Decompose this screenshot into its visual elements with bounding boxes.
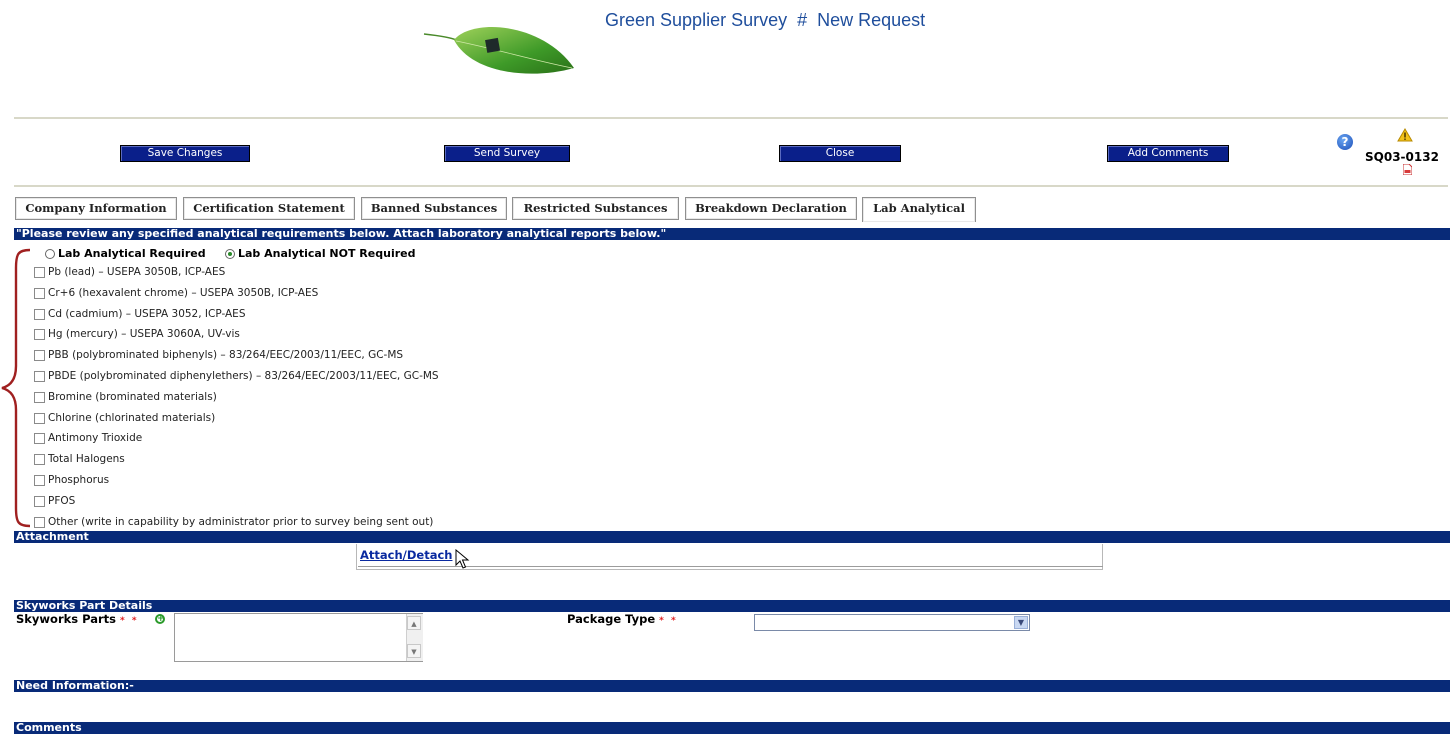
required-indicator: * *: [659, 616, 678, 626]
attach-detach-link[interactable]: Attach/Detach: [360, 548, 452, 562]
tab-banned-substances[interactable]: Banned Substances: [361, 197, 507, 220]
lab-item-label: PBB (polybrominated biphenyls) – 83/264/…: [48, 349, 404, 361]
lab-item-checkbox[interactable]: [34, 413, 45, 424]
skyworks-parts-list[interactable]: [174, 613, 423, 662]
scroll-down-icon[interactable]: ▼: [407, 644, 421, 658]
lab-item-label: Chlorine (chlorinated materials): [48, 412, 216, 424]
help-icon[interactable]: ?: [1337, 134, 1353, 150]
page-title: Green Supplier Survey # New Request: [605, 10, 925, 31]
lab-item-checkbox[interactable]: [34, 517, 45, 528]
lab-item-label: Other (write in capability by administra…: [48, 516, 434, 528]
required-indicator: * *: [120, 616, 139, 626]
pdf-icon[interactable]: [1403, 164, 1412, 175]
lab-item-label: Total Halogens: [48, 453, 125, 465]
lab-required-radio[interactable]: [45, 249, 55, 259]
package-type-select[interactable]: ▼: [754, 614, 1030, 631]
bracket-annotation: [1, 248, 31, 528]
need-information-bar: Need Information:-: [14, 680, 1450, 692]
lab-item-label: Antimony Trioxide: [48, 432, 143, 444]
close-button[interactable]: Close: [779, 145, 901, 162]
attachment-bar: Attachment: [14, 531, 1450, 543]
lab-item-checkbox[interactable]: [34, 309, 45, 320]
lab-item-checkbox[interactable]: [34, 329, 45, 340]
comments-bar: Comments: [14, 722, 1450, 734]
part-details-bar: Skyworks Part Details: [14, 600, 1450, 612]
warning-icon[interactable]: [1397, 128, 1413, 142]
lab-item-checkbox[interactable]: [34, 350, 45, 361]
lab-item-label: Pb (lead) – USEPA 3050B, ICP-AES: [48, 266, 226, 278]
add-icon[interactable]: +: [155, 614, 165, 624]
survey-id: SQ03-0132: [1365, 150, 1439, 164]
skyworks-parts-field-label: Skyworks Parts * *: [16, 612, 139, 626]
tab-lab-analytical[interactable]: Lab Analytical: [862, 197, 976, 222]
lab-item-checkbox[interactable]: [34, 267, 45, 278]
divider: [14, 117, 1448, 119]
tab-company-information[interactable]: Company Information: [15, 197, 177, 220]
tab-certification-statement[interactable]: Certification Statement: [183, 197, 355, 220]
package-type-field-label: Package Type * *: [567, 612, 678, 626]
package-type-label: Package Type: [567, 612, 656, 626]
tab-breakdown-declaration[interactable]: Breakdown Declaration: [685, 197, 857, 220]
divider: [14, 185, 1448, 187]
lab-item-checkbox[interactable]: [34, 288, 45, 299]
lab-item-checkbox[interactable]: [34, 371, 45, 382]
request-status: New Request: [817, 10, 926, 30]
add-comments-button[interactable]: Add Comments: [1107, 145, 1229, 162]
chevron-down-icon[interactable]: ▼: [1014, 616, 1028, 629]
lab-item-label: Bromine (brominated materials): [48, 391, 217, 403]
scroll-up-icon[interactable]: ▲: [407, 616, 421, 630]
parts-scrollbar[interactable]: ▲ ▼: [406, 614, 423, 661]
lab-item-label: Phosphorus: [48, 474, 110, 486]
lab-item-checkbox[interactable]: [34, 475, 45, 486]
save-changes-button[interactable]: Save Changes: [120, 145, 250, 162]
lab-item-label: Hg (mercury) – USEPA 3060A, UV-vis: [48, 328, 240, 340]
lab-item-label: PBDE (polybrominated diphenylethers) – 8…: [48, 370, 439, 382]
lab-item-checkbox[interactable]: [34, 433, 45, 444]
lab-item-checkbox[interactable]: [34, 496, 45, 507]
lab-instruction-bar: "Please review any specified analytical …: [14, 228, 1450, 240]
lab-item-label: Cd (cadmium) – USEPA 3052, ICP-AES: [48, 308, 246, 320]
lab-item-label: Cr+6 (hexavalent chrome) – USEPA 3050B, …: [48, 287, 319, 299]
tab-restricted-substances[interactable]: Restricted Substances: [512, 197, 679, 220]
skyworks-parts-label: Skyworks Parts: [16, 612, 117, 626]
leaf-logo: [423, 27, 574, 74]
lab-not-required-label: Lab Analytical NOT Required: [238, 247, 416, 260]
lab-required-label: Lab Analytical Required: [58, 247, 206, 260]
lab-item-checkbox[interactable]: [34, 454, 45, 465]
lab-item-checkbox[interactable]: [34, 392, 45, 403]
title-hash: #: [797, 10, 808, 30]
cursor-icon: [455, 549, 470, 569]
send-survey-button[interactable]: Send Survey: [444, 145, 570, 162]
lab-item-label: PFOS: [48, 495, 76, 507]
page-title-text: Green Supplier Survey: [605, 10, 788, 30]
lab-not-required-radio[interactable]: [225, 249, 235, 259]
